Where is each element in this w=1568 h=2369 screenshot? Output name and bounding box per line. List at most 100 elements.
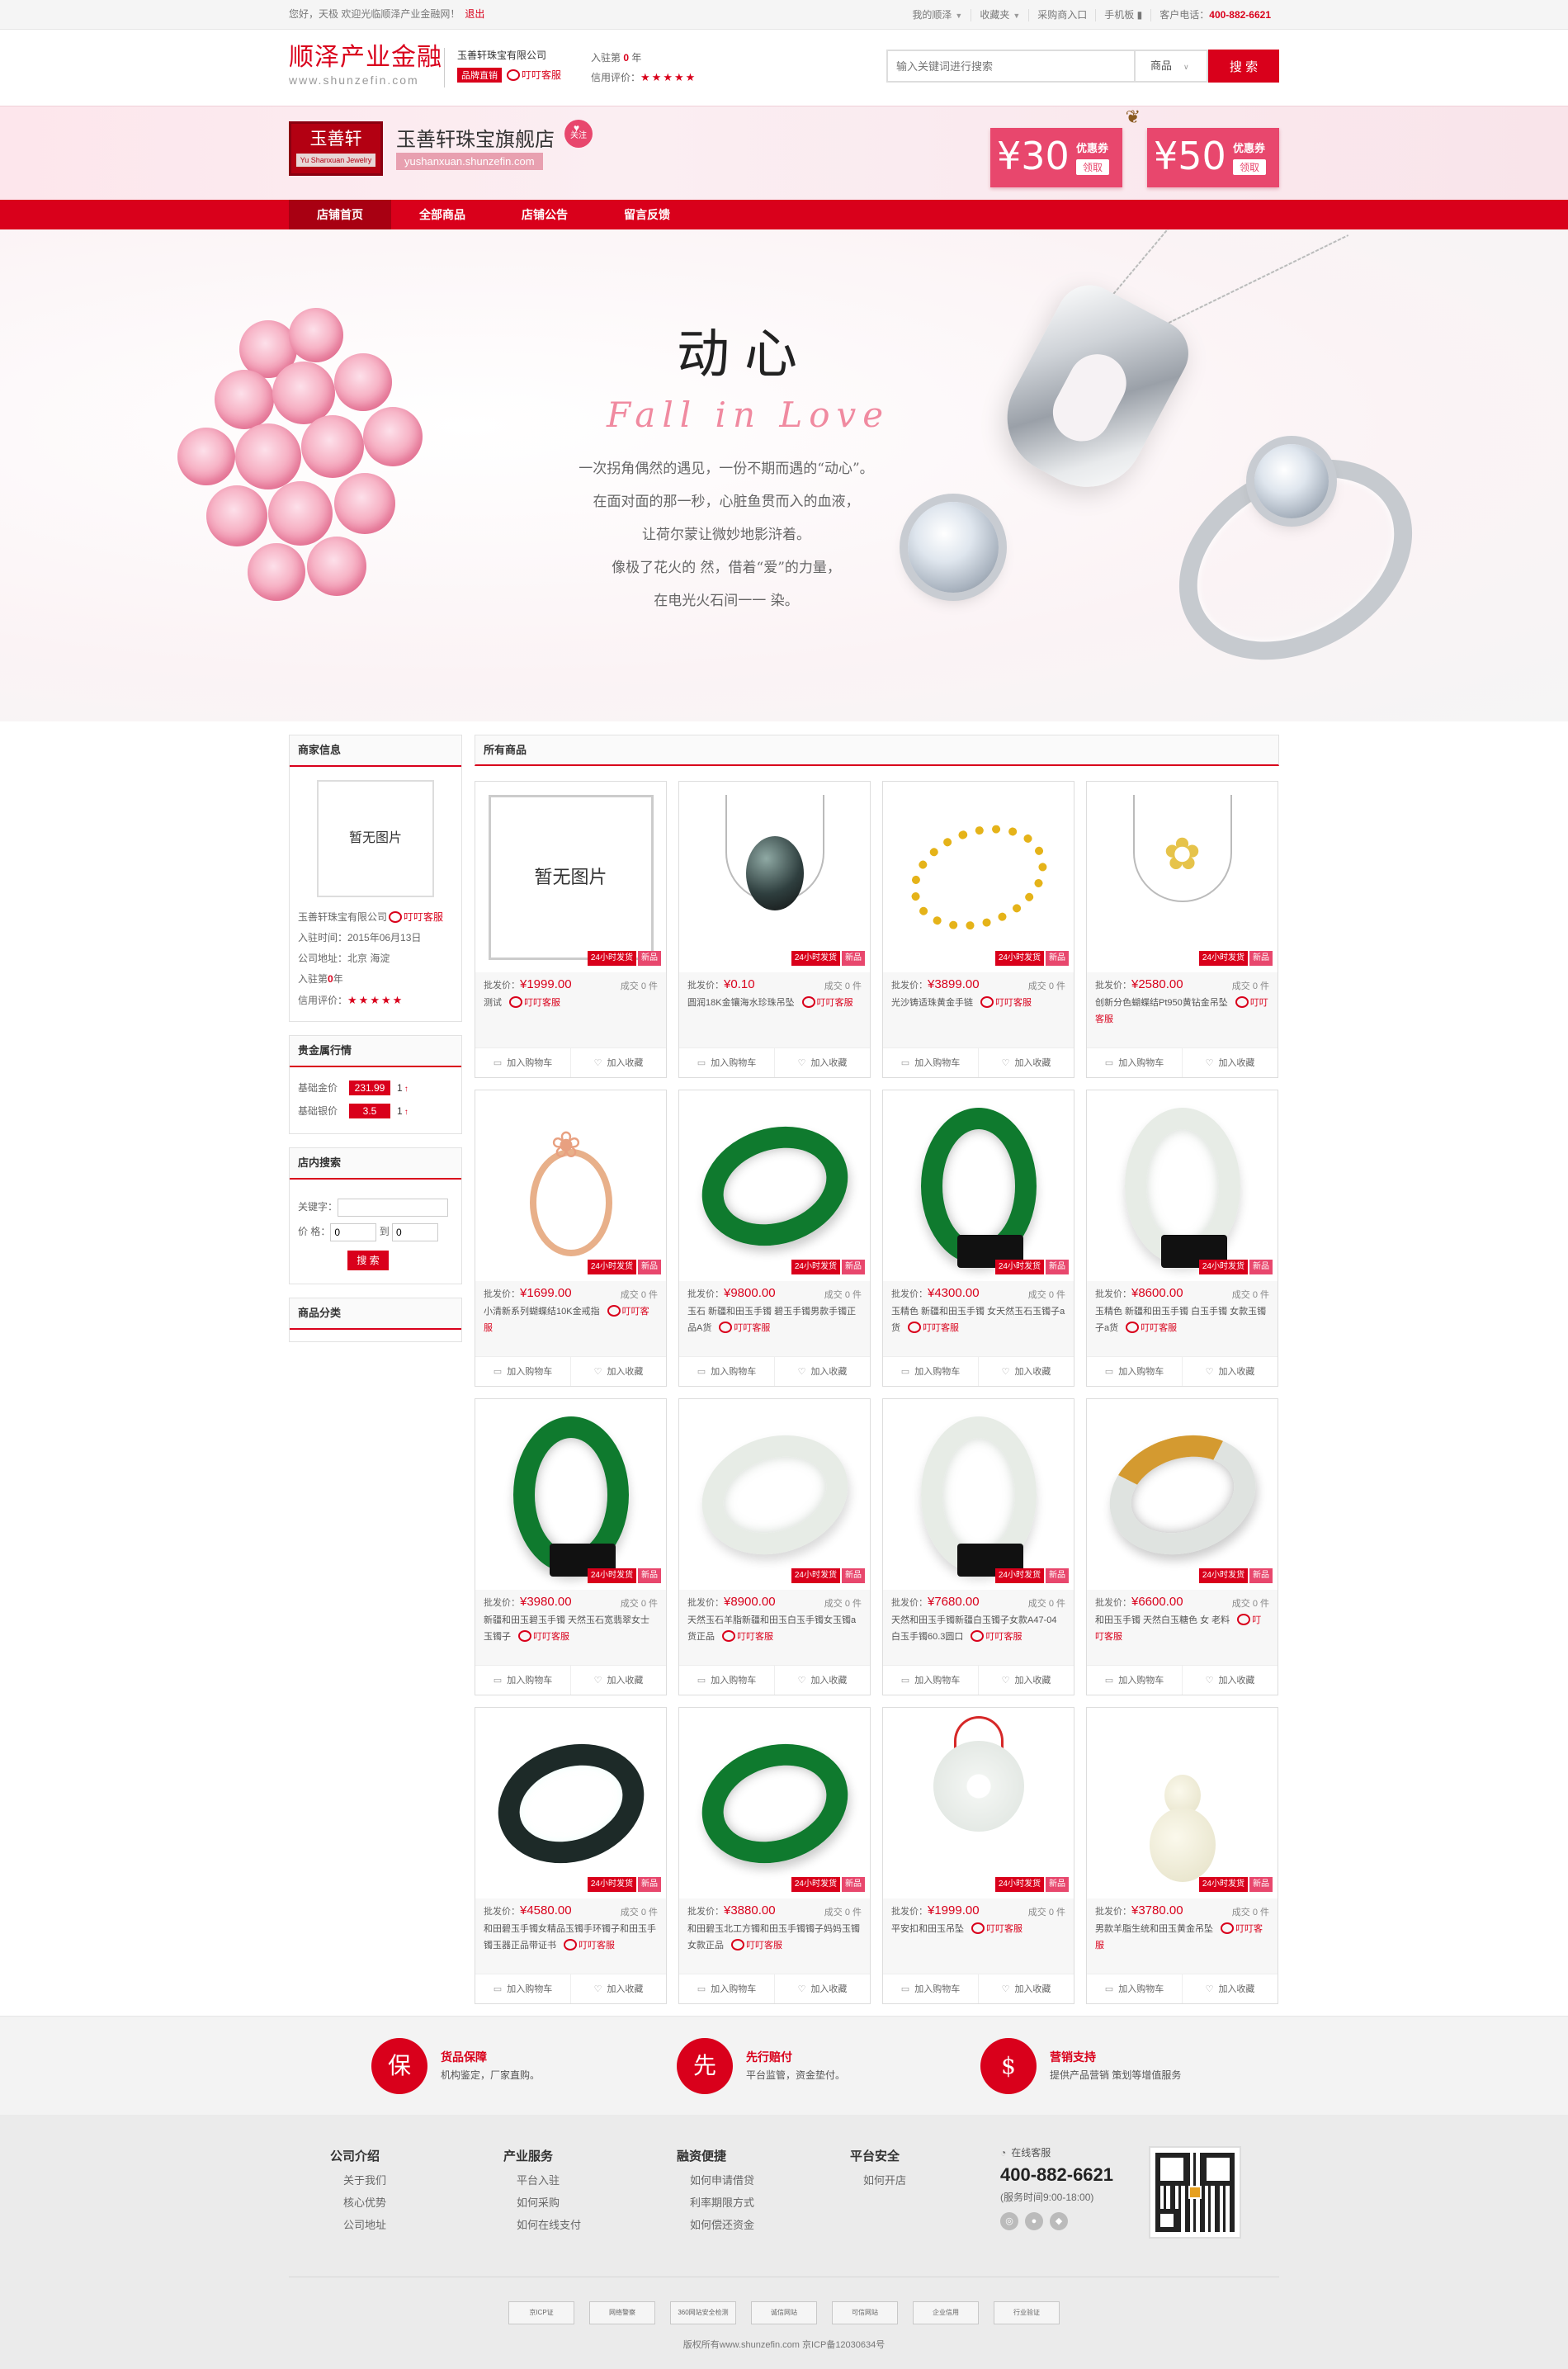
- footer-link[interactable]: 核心优势: [330, 2192, 495, 2214]
- coupon-claim-button[interactable]: 领取: [1233, 159, 1267, 175]
- favorites-label[interactable]: 收藏夹: [980, 9, 1009, 21]
- footer-link[interactable]: 关于我们: [330, 2169, 495, 2192]
- footer-link[interactable]: 平台入驻: [503, 2169, 668, 2192]
- search-button[interactable]: 搜 索: [1208, 50, 1279, 83]
- product-card[interactable]: 24小时发货 新品 批发价：¥3780.00 成交 0 件男款羊脂生统和田玉黄金吊坠 …: [1086, 1707, 1278, 2004]
- weibo-icon[interactable]: ◎: [1000, 2212, 1018, 2230]
- search-input[interactable]: [886, 50, 1134, 83]
- coupon-claim-button[interactable]: 领取: [1076, 159, 1110, 175]
- product-name[interactable]: 圆润18K金镶海水珍珠吊坠: [687, 998, 795, 1008]
- hero-banner[interactable]: 动心 Fall in Love 一次拐角偶然的遇见，一份不期而遇的“动心”。 在…: [0, 229, 1568, 721]
- add-to-cart-button[interactable]: 加入购物车: [883, 1048, 979, 1077]
- add-to-favorites-button[interactable]: 加入收藏: [979, 1666, 1074, 1695]
- kefu-link[interactable]: 叮叮客服: [564, 1939, 615, 1951]
- kefu-link[interactable]: 叮叮客服: [389, 911, 443, 923]
- price-min-input[interactable]: [330, 1222, 377, 1241]
- mobile-link[interactable]: 手机板 ▮: [1095, 9, 1150, 21]
- shop-logo[interactable]: 玉善轩 Yu Shanxuan Jewelry: [289, 121, 383, 176]
- mobile-label[interactable]: 手机板: [1104, 9, 1134, 21]
- add-to-favorites-button[interactable]: 加入收藏: [1183, 1974, 1278, 2003]
- badge[interactable]: 企业信用: [913, 2301, 979, 2324]
- footer-link[interactable]: 如何偿还资金: [677, 2214, 842, 2236]
- add-to-cart-button[interactable]: 加入购物车: [883, 1974, 979, 2003]
- add-to-cart-button[interactable]: 加入购物车: [475, 1666, 571, 1695]
- footer-link[interactable]: 如何在线支付: [503, 2214, 668, 2236]
- add-to-cart-button[interactable]: 加入购物车: [475, 1048, 571, 1077]
- add-to-cart-button[interactable]: 加入购物车: [1087, 1666, 1183, 1695]
- product-name[interactable]: 光沙铸适珠黄金手链: [891, 998, 973, 1008]
- nav-announcements[interactable]: 店铺公告: [494, 200, 596, 229]
- product-card[interactable]: ✿ 24小时发货 新品 批发价：¥2580.00 成交 0 件创新分色蝴蝶结Pt950黄…: [1086, 781, 1278, 1078]
- product-name[interactable]: 玉石 新疆和田玉手镯 碧玉手镯男款手镯正品A货: [687, 1307, 856, 1333]
- footer-link[interactable]: 如何采购: [503, 2192, 668, 2214]
- add-to-cart-button[interactable]: 加入购物车: [679, 1974, 775, 2003]
- add-to-favorites-button[interactable]: 加入收藏: [571, 1048, 666, 1077]
- add-to-favorites-button[interactable]: 加入收藏: [775, 1666, 870, 1695]
- product-name[interactable]: 玉精色 新疆和田玉手镯 白玉手镯 女款玉镯子a货: [1095, 1307, 1266, 1333]
- product-image[interactable]: [679, 1090, 870, 1281]
- kefu-link[interactable]: 叮叮客服: [518, 1630, 569, 1642]
- product-name[interactable]: 男款羊脂生统和田玉黄金吊坠: [1095, 1924, 1213, 1934]
- product-name[interactable]: 平安扣和田玉吊坠: [891, 1924, 964, 1934]
- search-category-select[interactable]: 商品 ∨: [1134, 50, 1208, 83]
- add-to-cart-button[interactable]: 加入购物车: [679, 1357, 775, 1386]
- purchaser-entry-label[interactable]: 采购商入口: [1037, 9, 1087, 21]
- badge[interactable]: 行业验证: [994, 2301, 1060, 2324]
- kefu-link[interactable]: 叮叮客服: [731, 1939, 782, 1951]
- nav-feedback[interactable]: 留言反馈: [596, 200, 698, 229]
- add-to-cart-button[interactable]: 加入购物车: [679, 1048, 775, 1077]
- badge[interactable]: 可信网站: [832, 2301, 898, 2324]
- product-card[interactable]: 24小时发货 新品 批发价：¥3980.00 成交 0 件新疆和田玉碧玉手镯 天然玉石…: [475, 1398, 667, 1695]
- product-name[interactable]: 测试: [484, 998, 502, 1008]
- product-card[interactable]: 24小时发货 新品 批发价：¥4580.00 成交 0 件和田碧玉手镯女精品玉镯手环镯…: [475, 1707, 667, 2004]
- product-card[interactable]: 24小时发货 新品 批发价：¥3899.00 成交 0 件光沙铸适珠黄金手链 叮叮客服…: [882, 781, 1074, 1078]
- kefu-link[interactable]: 叮叮客服: [509, 996, 560, 1008]
- add-to-cart-button[interactable]: 加入购物车: [883, 1357, 979, 1386]
- product-card[interactable]: 24小时发货新品批发价：¥1999.00 成交 0 件平安扣和田玉吊坠 叮叮客服加…: [882, 1707, 1074, 2004]
- product-image[interactable]: [1087, 1708, 1278, 1899]
- my-account-link[interactable]: 我的顺泽 ▼: [904, 9, 971, 21]
- kefu-link[interactable]: 叮叮客服: [971, 1630, 1022, 1642]
- wechat-icon[interactable]: ●: [1025, 2212, 1043, 2230]
- add-to-favorites-button[interactable]: 加入收藏: [979, 1974, 1074, 2003]
- product-card[interactable]: 24小时发货 新品 批发价：¥9800.00 成交 0 件玉石 新疆和田玉手镯 碧玉手…: [678, 1090, 871, 1387]
- footer-link[interactable]: 如何申请借贷: [677, 2169, 842, 2192]
- product-image[interactable]: [679, 1708, 870, 1899]
- product-name[interactable]: 和田玉手镯 天然白玉糖色 女 老料: [1095, 1615, 1230, 1625]
- shop-url[interactable]: yushanxuan.shunzefin.com: [396, 153, 543, 170]
- product-image[interactable]: [475, 1708, 666, 1899]
- badge[interactable]: 诚信网站: [751, 2301, 817, 2324]
- add-to-favorites-button[interactable]: 加入收藏: [571, 1974, 666, 2003]
- kefu-link[interactable]: 叮叮客服: [719, 1322, 770, 1333]
- product-card[interactable]: 暂无图片24小时发货新品批发价：¥1999.00 成交 0 件测试 叮叮客服加入购…: [475, 781, 667, 1078]
- add-to-cart-button[interactable]: 加入购物车: [883, 1666, 979, 1695]
- keyword-input[interactable]: [338, 1198, 449, 1217]
- add-to-favorites-button[interactable]: 加入收藏: [1183, 1048, 1278, 1077]
- online-service-link[interactable]: 在线客服: [1000, 2144, 1113, 2161]
- product-card[interactable]: 24小时发货 新品 批发价：¥4300.00 成交 0 件玉精色 新疆和田玉手镯 女天…: [882, 1090, 1074, 1387]
- product-image[interactable]: [679, 782, 870, 972]
- product-image[interactable]: [883, 1708, 1074, 1899]
- coupon-50[interactable]: ¥50 优惠券 领取: [1147, 128, 1279, 187]
- add-to-favorites-button[interactable]: 加入收藏: [571, 1357, 666, 1386]
- my-account-label[interactable]: 我的顺泽: [912, 9, 952, 21]
- add-to-favorites-button[interactable]: 加入收藏: [571, 1666, 666, 1695]
- add-to-cart-button[interactable]: 加入购物车: [1087, 1357, 1183, 1386]
- product-image[interactable]: ✿: [1087, 782, 1278, 972]
- product-card[interactable]: 24小时发货新品批发价：¥1699.00 成交 0 件小清新系列蝴蝶结10K金戒指…: [475, 1090, 667, 1387]
- coupon-30[interactable]: ¥30 优惠券 领取: [990, 128, 1122, 187]
- add-to-cart-button[interactable]: 加入购物车: [1087, 1048, 1183, 1077]
- add-to-favorites-button[interactable]: 加入收藏: [775, 1048, 870, 1077]
- add-to-favorites-button[interactable]: 加入收藏: [1183, 1357, 1278, 1386]
- add-to-cart-button[interactable]: 加入购物车: [475, 1974, 571, 2003]
- product-card[interactable]: 24小时发货 新品 批发价：¥0.10 成交 0 件圆润18K金镶海水珍珠吊坠 叮叮客…: [678, 781, 871, 1078]
- product-image[interactable]: [883, 782, 1074, 972]
- kefu-link[interactable]: 叮叮客服: [801, 996, 853, 1008]
- product-card[interactable]: 24小时发货 新品 批发价：¥3880.00 成交 0 件和田碧玉北工方镯和田玉手镯镯…: [678, 1707, 871, 2004]
- product-image[interactable]: 暂无图片: [475, 782, 666, 972]
- footer-link[interactable]: 公司地址: [330, 2214, 495, 2236]
- nav-shop-home[interactable]: 店铺首页: [289, 200, 391, 229]
- badge[interactable]: 京ICP证: [508, 2301, 574, 2324]
- price-max-input[interactable]: [392, 1222, 439, 1241]
- footer-link[interactable]: 利率期限方式: [677, 2192, 842, 2214]
